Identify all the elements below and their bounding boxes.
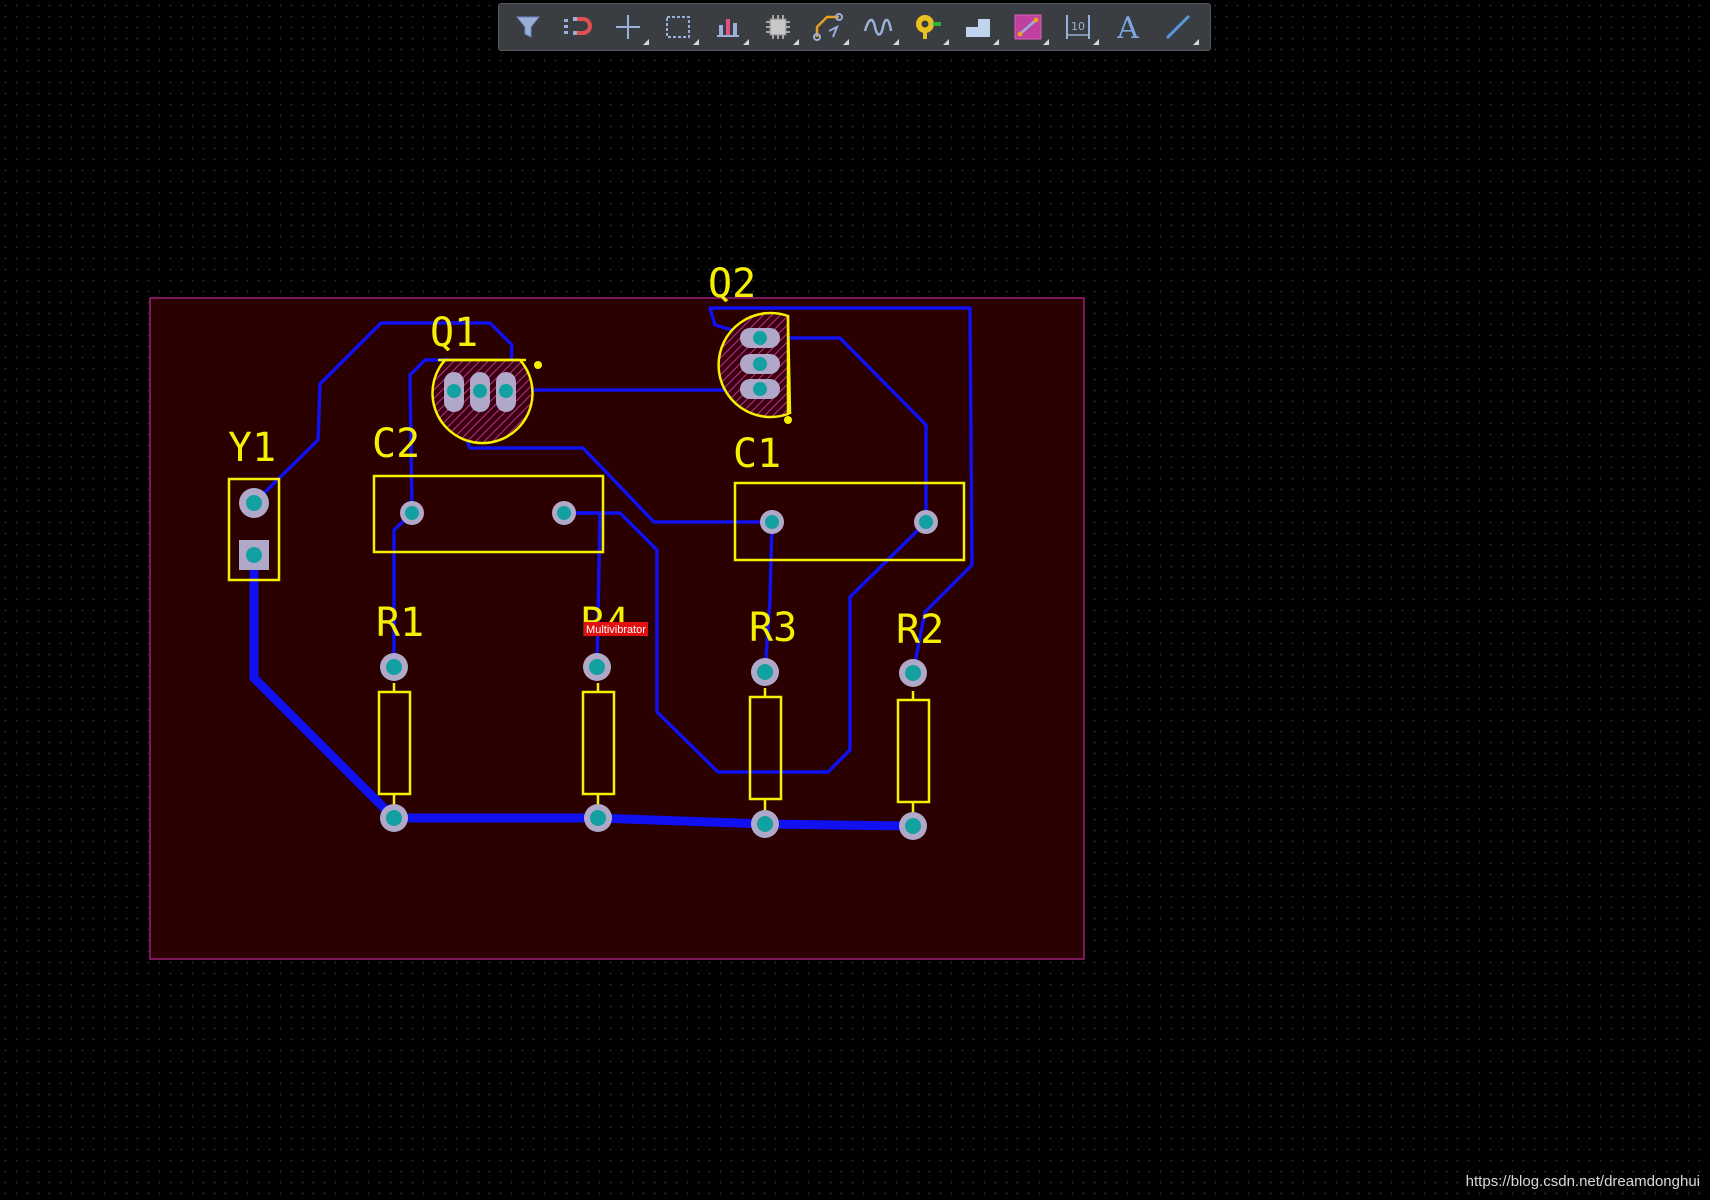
diff-pair-icon [1014, 14, 1042, 40]
designator-r1[interactable]: R1 [376, 600, 424, 646]
submenu-arrow-icon [743, 39, 749, 45]
net-tooltip-label: Multivibrator [586, 624, 646, 636]
polygon-button[interactable] [953, 5, 1003, 49]
net-tooltip: Multivibrator [584, 622, 648, 636]
submenu-arrow-icon [643, 39, 649, 45]
line-icon [1165, 14, 1191, 40]
submenu-arrow-icon [1093, 39, 1099, 45]
submenu-arrow-icon [1193, 39, 1199, 45]
submenu-arrow-icon [843, 39, 849, 45]
align-bars-icon [717, 19, 739, 37]
align-button[interactable] [703, 5, 753, 49]
polygon-pour-icon [966, 19, 990, 37]
submenu-arrow-icon [693, 39, 699, 45]
length-tune-button[interactable] [853, 5, 903, 49]
route-button[interactable] [803, 5, 853, 49]
svg-text:10: 10 [1071, 20, 1085, 33]
via-pad-icon [916, 15, 941, 39]
select-button[interactable] [653, 5, 703, 49]
designator-c2[interactable]: C2 [372, 421, 420, 467]
component-button[interactable] [753, 5, 803, 49]
submenu-arrow-icon [893, 39, 899, 45]
svg-text:A: A [1116, 12, 1139, 42]
filter-icon [515, 16, 541, 38]
designator-q1[interactable]: Q1 [430, 310, 478, 356]
dimension-button[interactable]: 10 [1053, 5, 1103, 49]
dimension-icon: 10 [1066, 15, 1090, 39]
length-tune-icon [863, 18, 893, 36]
text-string-icon: A [1116, 12, 1139, 42]
move-button[interactable] [603, 5, 653, 49]
designator-c1[interactable]: C1 [733, 431, 781, 477]
designator-y1[interactable]: Y1 [228, 425, 276, 471]
submenu-arrow-icon [943, 39, 949, 45]
diff-pair-button[interactable] [1003, 5, 1053, 49]
component-chip-icon [766, 15, 790, 39]
interactive-route-icon [813, 13, 843, 41]
line-button[interactable] [1153, 5, 1203, 49]
designator-r2[interactable]: R2 [896, 607, 944, 653]
select-rectangle-icon [666, 16, 690, 38]
designator-r3[interactable]: R3 [749, 605, 797, 651]
submenu-arrow-icon [793, 39, 799, 45]
active-bar-toolbar: 10 A [498, 3, 1211, 51]
submenu-arrow-icon [993, 39, 999, 45]
text-button[interactable]: A [1103, 5, 1153, 49]
submenu-arrow-icon [1043, 39, 1049, 45]
snap-button[interactable] [553, 5, 603, 49]
via-button[interactable] [903, 5, 953, 49]
snap-magnet-icon [564, 17, 592, 35]
designator-q2[interactable]: Q2 [708, 261, 756, 307]
crosshair-move-icon [616, 15, 640, 39]
watermark: https://blog.csdn.net/dreamdonghui [1465, 1173, 1700, 1190]
filter-button[interactable] [503, 5, 553, 49]
pcb-canvas[interactable]: Q2 Q1 Y1 C2 C1 R1 R4 R3 R2 Multivibrator [0, 0, 1710, 1200]
